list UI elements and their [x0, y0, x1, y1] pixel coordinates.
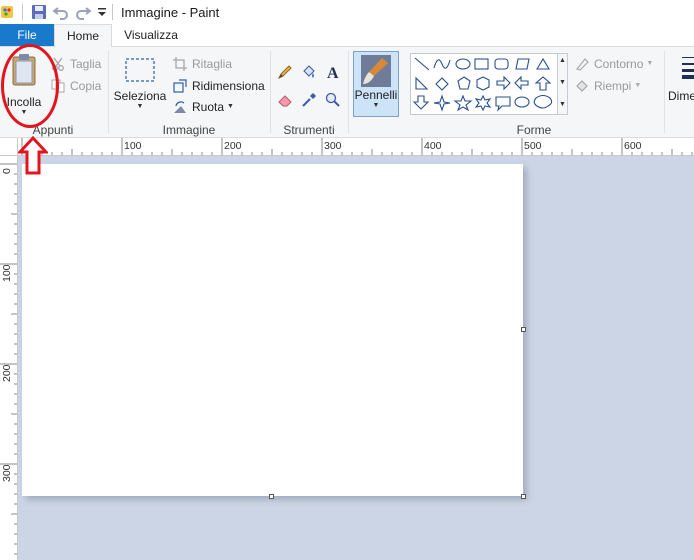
image-group-label: Immagine: [162, 123, 216, 137]
expand-gallery-icon[interactable]: ▼: [559, 101, 566, 109]
scroll-up-icon[interactable]: ▲: [559, 57, 566, 65]
tab-view[interactable]: Visualizza: [112, 24, 190, 46]
select-rectangle-icon: [125, 58, 155, 82]
scroll-down-icon[interactable]: ▼: [559, 79, 566, 87]
outline-icon: [574, 56, 590, 72]
chevron-down-icon[interactable]: ▼: [227, 103, 234, 111]
select-label: Seleziona: [113, 89, 167, 103]
highlight-arrow-icon: [18, 136, 48, 175]
color-picker-icon[interactable]: [300, 91, 318, 109]
rotate-icon: [172, 99, 188, 115]
resize-icon: [172, 78, 188, 94]
group-separator: [348, 51, 349, 133]
crop-button[interactable]: Ritaglia: [172, 56, 232, 72]
highlight-ellipse: [1, 44, 59, 128]
shapes-gallery-scrollbar[interactable]: ▲ ▼ ▼: [558, 53, 568, 115]
tab-home[interactable]: Home: [54, 24, 112, 47]
tab-file[interactable]: File: [0, 24, 54, 46]
copy-label: Copia: [70, 79, 102, 93]
select-button[interactable]: Seleziona ▼: [112, 57, 168, 111]
svg-text:A: A: [327, 65, 339, 80]
ribbon-tab-bar: File Home Visualizza: [0, 24, 694, 47]
ruler-corner: [0, 138, 18, 156]
ruler-label: 100: [124, 140, 142, 152]
customize-qat-icon[interactable]: [96, 3, 108, 21]
canvas-resize-handle-corner[interactable]: [521, 494, 526, 499]
crop-label: Ritaglia: [192, 57, 233, 71]
vertical-ruler: 0 100 200 300: [0, 156, 18, 560]
ruler-label: 0: [1, 168, 13, 174]
title-bar: Immagine - Paint: [0, 0, 694, 24]
fill-icon: [574, 78, 590, 94]
outline-label: Contorno: [594, 57, 644, 71]
paint-logo-icon[interactable]: [0, 3, 16, 21]
chevron-down-icon[interactable]: ▼: [634, 82, 641, 90]
text-icon[interactable]: A: [324, 63, 342, 81]
vertical-ruler-ticks: [0, 163, 17, 555]
shapes-gallery-icons: [413, 57, 553, 112]
ruler-label: 500: [524, 140, 542, 152]
redo-icon[interactable]: [74, 3, 92, 21]
separator: [112, 4, 113, 20]
horizontal-ruler: 100 200 300 400 500 600: [18, 138, 694, 156]
cut-button[interactable]: Taglia: [50, 56, 101, 72]
brushes-label: Pennelli: [354, 88, 398, 102]
fill-bucket-icon[interactable]: [300, 63, 318, 81]
pencil-icon[interactable]: [276, 63, 294, 81]
outline-button[interactable]: Contorno ▼: [574, 56, 653, 72]
ruler-label: 300: [1, 464, 13, 482]
chevron-down-icon[interactable]: ▼: [646, 60, 653, 68]
ruler-label: 200: [224, 140, 242, 152]
ruler-label: 600: [624, 140, 642, 152]
crop-icon: [172, 56, 188, 72]
ribbon: Incolla ▼ Taglia Copia Appunti Seleziona…: [0, 46, 694, 138]
horizontal-ruler-ticks: [21, 138, 693, 155]
chevron-down-icon[interactable]: ▼: [137, 103, 144, 111]
brushes-button[interactable]: Pennelli ▼: [353, 51, 399, 117]
resize-label: Ridimensiona: [192, 79, 265, 93]
resize-button[interactable]: Ridimensiona: [172, 78, 265, 94]
canvas-resize-handle-right[interactable]: [521, 327, 526, 332]
ruler-label: 300: [324, 140, 342, 152]
cut-label: Taglia: [70, 57, 102, 71]
brush-icon: [361, 55, 391, 87]
chevron-down-icon[interactable]: ▼: [373, 102, 380, 110]
line-size-icon: [682, 57, 694, 79]
separator: [22, 4, 23, 20]
size-button[interactable]: Dime: [668, 55, 694, 103]
ruler-label: 200: [1, 364, 13, 382]
clipboard-group-label: Appunti: [32, 123, 74, 137]
group-separator: [108, 51, 109, 133]
group-separator: [270, 51, 271, 133]
tools-group-label: Strumenti: [283, 123, 335, 137]
magnifier-icon[interactable]: [324, 91, 342, 109]
fill-button[interactable]: Riempi ▼: [574, 78, 641, 94]
rotate-button[interactable]: Ruota ▼: [172, 99, 234, 115]
group-separator: [664, 51, 665, 133]
size-label: Dime: [668, 89, 694, 103]
shapes-group-label: Forme: [516, 123, 552, 137]
rotate-label: Ruota: [192, 100, 225, 114]
fill-label: Riempi: [594, 79, 632, 93]
ruler-label: 100: [1, 264, 13, 282]
drawing-canvas[interactable]: [22, 164, 523, 496]
save-icon[interactable]: [30, 3, 48, 21]
canvas-resize-handle-bottom[interactable]: [269, 494, 274, 499]
undo-icon[interactable]: [52, 3, 70, 21]
eraser-icon[interactable]: [276, 91, 294, 109]
ruler-label: 400: [424, 140, 442, 152]
window-title: Immagine - Paint: [121, 5, 220, 20]
